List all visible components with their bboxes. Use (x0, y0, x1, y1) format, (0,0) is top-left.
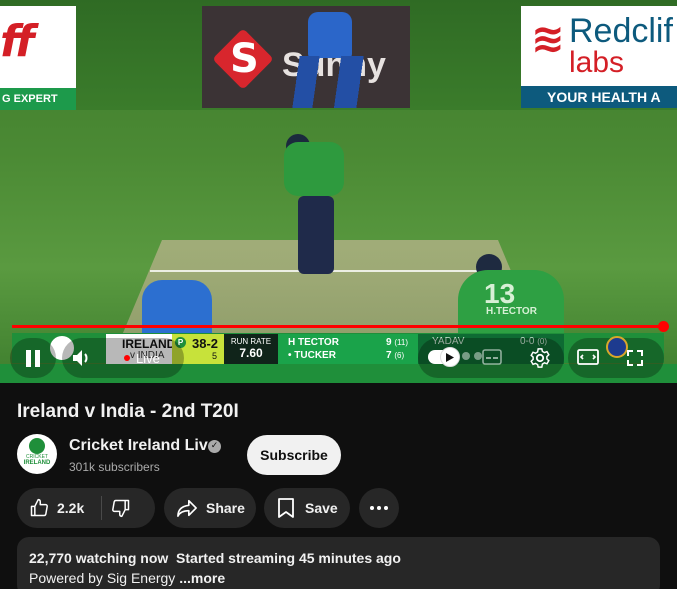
live-dot-icon (124, 355, 130, 361)
ad-text-right-2: labs (569, 46, 625, 79)
dislike-button[interactable] (111, 488, 155, 528)
description-snippet: Powered by Sig Energy (29, 570, 176, 586)
batter-2-name: • TUCKER (288, 350, 336, 361)
overlay-dot (462, 352, 470, 360)
subscriber-count: 301k subscribers (69, 460, 160, 474)
theater-mode-icon (577, 349, 599, 365)
settings-button[interactable] (528, 346, 552, 370)
theater-mode-button[interactable] (576, 347, 600, 367)
autoplay-play-icon (440, 347, 460, 367)
description-box[interactable]: 22,770 watching now Started streaming 45… (17, 537, 660, 589)
more-horizontal-icon (370, 506, 388, 510)
show-more-link[interactable]: ...more (179, 570, 225, 586)
fielder-left (142, 280, 212, 340)
crease-line (150, 270, 530, 272)
volume-button[interactable] (70, 347, 94, 369)
run-rate-value: 7.60 (239, 346, 263, 360)
wicket-keeper (308, 12, 352, 58)
ad-board-left: ff G EXPERT (0, 6, 76, 110)
pause-button[interactable] (10, 338, 56, 378)
bookmark-icon (278, 498, 294, 518)
like-dislike-divider (101, 496, 102, 520)
wicket-keeper-legs (284, 56, 372, 108)
shirt-name: H.TECTOR (486, 306, 537, 317)
batter-legs (298, 196, 334, 274)
gear-icon (530, 348, 550, 368)
volume-live-group: Live (62, 338, 184, 378)
channel-avatar[interactable]: CRICKET IRELAND (17, 434, 57, 474)
watching-count: 22,770 watching now (29, 550, 169, 566)
batter-1-name: H TECTOR (288, 337, 339, 348)
run-rate-label: RUN RATE (230, 337, 272, 346)
batters-box: H TECTOR 9 (11) • TUCKER 7 (6) (278, 334, 418, 364)
ad-text-right-strip: YOUR HEALTH A (521, 86, 677, 108)
ad-logo-left: ff (0, 16, 34, 67)
save-button[interactable]: Save (264, 488, 350, 528)
progress-scrubber[interactable] (658, 321, 669, 332)
shamrock-icon (29, 438, 45, 454)
save-label: Save (305, 500, 338, 516)
scoreboard-score: 38-2 (192, 336, 219, 351)
bcci-logo-icon (606, 336, 628, 358)
thumbs-up-icon (30, 498, 48, 517)
pause-icon (26, 350, 40, 367)
subtitles-button[interactable] (481, 347, 503, 367)
description-text: Powered by Sig Energy ...more (29, 570, 225, 586)
stream-start-time: Started streaming 45 minutes ago (176, 550, 401, 566)
thumbs-down-icon (112, 499, 130, 518)
ad-text-left: G EXPERT (0, 88, 76, 110)
dna-icon: ≋ (531, 16, 565, 62)
volume-icon (73, 350, 88, 366)
live-badge[interactable]: Live (124, 349, 160, 367)
like-button[interactable]: 2.2k (17, 488, 101, 528)
ad-logo-letter: S (230, 36, 259, 82)
batter-1-score: 9 (11) (386, 337, 408, 348)
live-label: Live (136, 350, 160, 366)
run-rate-box: RUN RATE 7.60 (224, 334, 278, 364)
scoreboard-overs: 5 (212, 351, 218, 361)
like-count: 2.2k (57, 500, 85, 516)
verified-check-icon: ✓ (208, 440, 221, 453)
more-actions-button[interactable] (359, 488, 399, 528)
share-icon (177, 499, 197, 517)
share-button[interactable]: Share (164, 488, 256, 528)
like-dislike-group: 2.2k (17, 488, 155, 528)
fullscreen-icon (627, 350, 643, 366)
ad-board-right: ≋ Redclif labs YOUR HEALTH A (521, 6, 677, 108)
subtitles-icon (482, 349, 502, 365)
progress-bar[interactable] (12, 325, 664, 328)
video-player[interactable]: ff G EXPERT S Sunny ≋ Redclif labs YOUR … (0, 0, 677, 383)
share-label: Share (206, 500, 245, 516)
avatar-text-bottom: IRELAND (23, 460, 51, 466)
video-title: Ireland v India - 2nd T20I (17, 401, 239, 422)
subscribe-button[interactable]: Subscribe (247, 435, 341, 475)
channel-name[interactable]: Cricket Ireland Live (69, 437, 217, 455)
description-stats: 22,770 watching now Started streaming 45… (29, 550, 401, 566)
batter (284, 142, 344, 196)
batter-2-score: 7 (6) (386, 350, 405, 361)
fullscreen-button[interactable] (626, 349, 644, 367)
